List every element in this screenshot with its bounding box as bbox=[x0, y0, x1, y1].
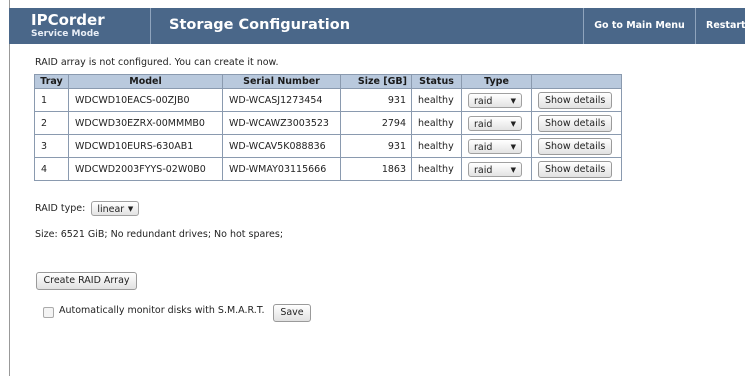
cell-model: WDCWD10EACS-00ZJB0 bbox=[68, 88, 223, 112]
save-button[interactable]: Save bbox=[273, 304, 311, 322]
cell-action: Show details bbox=[531, 157, 622, 181]
show-details-button[interactable]: Show details bbox=[538, 160, 613, 178]
type-select[interactable]: raid ▼ bbox=[468, 115, 522, 131]
nav-restart-link[interactable]: Restart bbox=[695, 8, 745, 44]
cell-model: WDCWD10EURS-630AB1 bbox=[68, 134, 223, 158]
chevron-down-icon: ▼ bbox=[127, 205, 134, 213]
type-select-value: raid bbox=[474, 118, 493, 130]
nav-main-menu-link[interactable]: Go to Main Menu bbox=[583, 8, 695, 44]
show-details-button[interactable]: Show details bbox=[538, 114, 613, 132]
show-details-button[interactable]: Show details bbox=[538, 91, 613, 109]
cell-size: 1863 bbox=[340, 157, 412, 181]
raid-type-select[interactable]: linear ▼ bbox=[91, 201, 140, 216]
raid-type-value: linear bbox=[97, 204, 125, 215]
cell-status: healthy bbox=[411, 157, 462, 181]
type-select-value: raid bbox=[474, 164, 493, 176]
table-row: 3 WDCWD10EURS-630AB1 WD-WCAV5K088836 931… bbox=[34, 134, 622, 158]
app-header: IPCorder Service Mode Storage Configurat… bbox=[9, 8, 745, 44]
cell-serial: WD-WMAY03115666 bbox=[222, 157, 341, 181]
table-row: 1 WDCWD10EACS-00ZJB0 WD-WCASJ1273454 931… bbox=[34, 88, 622, 112]
cell-action: Show details bbox=[531, 134, 622, 158]
cell-serial: WD-WCAV5K088836 bbox=[222, 134, 341, 158]
brand-subtitle: Service Mode bbox=[31, 29, 100, 39]
cell-action: Show details bbox=[531, 88, 622, 112]
chevron-down-icon: ▼ bbox=[510, 96, 516, 105]
type-select-value: raid bbox=[474, 95, 493, 107]
smart-checkbox[interactable] bbox=[43, 307, 54, 318]
cell-type: raid ▼ bbox=[461, 88, 532, 112]
cell-size: 2794 bbox=[340, 111, 412, 135]
cell-status: healthy bbox=[411, 134, 462, 158]
cell-tray: 3 bbox=[34, 134, 69, 158]
brand-title: IPCorder bbox=[31, 11, 105, 29]
type-select[interactable]: raid ▼ bbox=[468, 138, 522, 154]
brand: IPCorder Service Mode bbox=[9, 8, 151, 44]
smart-label: Automatically monitor disks with S.M.A.R… bbox=[59, 305, 265, 316]
column-header-status: Status bbox=[411, 74, 462, 89]
column-header-type: Type bbox=[461, 74, 532, 89]
cell-tray: 1 bbox=[34, 88, 69, 112]
drive-table: Tray Model Serial Number Size [GB] Statu… bbox=[34, 74, 622, 181]
cell-status: healthy bbox=[411, 111, 462, 135]
show-details-button[interactable]: Show details bbox=[538, 137, 613, 155]
table-row: 2 WDCWD30EZRX-00MMMB0 WD-WCAWZ3003523 27… bbox=[34, 111, 622, 135]
raid-type-label: RAID type: bbox=[35, 203, 86, 214]
cell-serial: WD-WCASJ1273454 bbox=[222, 88, 341, 112]
size-summary: Size: 6521 GiB; No redundant drives; No … bbox=[35, 229, 284, 240]
cell-status: healthy bbox=[411, 88, 462, 112]
type-select-value: raid bbox=[474, 141, 493, 153]
chevron-down-icon: ▼ bbox=[510, 165, 516, 174]
raid-notice: RAID array is not configured. You can cr… bbox=[35, 57, 279, 68]
column-header-actions bbox=[531, 74, 622, 89]
column-header-tray: Tray bbox=[34, 74, 69, 89]
column-header-serial: Serial Number bbox=[222, 74, 341, 89]
column-header-size: Size [GB] bbox=[340, 74, 412, 89]
cell-tray: 2 bbox=[34, 111, 69, 135]
page-title: Storage Configuration bbox=[169, 17, 351, 33]
chevron-down-icon: ▼ bbox=[510, 119, 516, 128]
cell-model: WDCWD30EZRX-00MMMB0 bbox=[68, 111, 223, 135]
create-raid-array-button[interactable]: Create RAID Array bbox=[36, 272, 137, 290]
raid-type-row: RAID type: linear ▼ bbox=[35, 201, 140, 216]
cell-action: Show details bbox=[531, 111, 622, 135]
cell-size: 931 bbox=[340, 134, 412, 158]
chevron-down-icon: ▼ bbox=[510, 142, 516, 151]
cell-size: 931 bbox=[340, 88, 412, 112]
cell-serial: WD-WCAWZ3003523 bbox=[222, 111, 341, 135]
column-header-model: Model bbox=[68, 74, 223, 89]
cell-type: raid ▼ bbox=[461, 111, 532, 135]
table-header-row: Tray Model Serial Number Size [GB] Statu… bbox=[34, 74, 622, 89]
type-select[interactable]: raid ▼ bbox=[468, 92, 522, 108]
cell-type: raid ▼ bbox=[461, 157, 532, 181]
cell-type: raid ▼ bbox=[461, 134, 532, 158]
cell-model: WDCWD2003FYYS-02W0B0 bbox=[68, 157, 223, 181]
table-row: 4 WDCWD2003FYYS-02W0B0 WD-WMAY03115666 1… bbox=[34, 157, 622, 181]
cell-tray: 4 bbox=[34, 157, 69, 181]
type-select[interactable]: raid ▼ bbox=[468, 161, 522, 177]
